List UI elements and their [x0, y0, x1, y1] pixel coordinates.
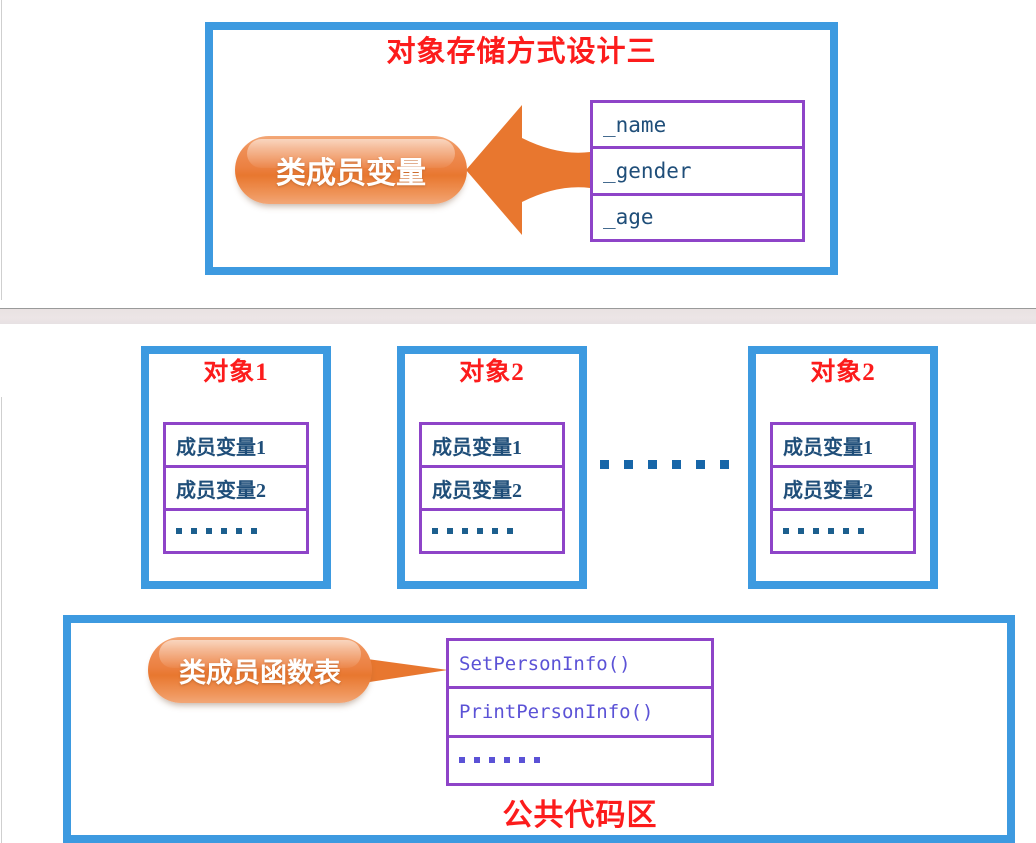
- left-arrow-icon: [466, 105, 590, 235]
- class-member-variable-callout-label: 类成员变量: [276, 157, 426, 190]
- class-member-variable-callout[interactable]: 类成员变量: [235, 136, 467, 204]
- member-variable-name: _gender: [603, 158, 692, 183]
- table-row[interactable]: 成员变量2: [422, 468, 562, 511]
- class-member-function-callout-label: 类成员函数表: [179, 657, 341, 688]
- member-function-table: SetPersonInfo() PrintPersonInfo(): [446, 638, 714, 786]
- ellipsis-dots: [176, 528, 257, 534]
- ellipsis-dots: [783, 528, 864, 534]
- object-box-title: 对象2: [810, 359, 876, 386]
- table-row[interactable]: _gender: [593, 149, 802, 196]
- table-row[interactable]: [773, 511, 913, 551]
- table-row[interactable]: _name: [593, 103, 802, 150]
- ellipsis-dots: [459, 757, 540, 764]
- object-member-table: 成员变量1 成员变量2: [163, 422, 309, 554]
- left-edge-hairline-bottom: [1, 397, 2, 843]
- object-member-table: 成员变量1 成员变量2: [419, 422, 565, 554]
- table-row[interactable]: 成员变量2: [166, 468, 306, 511]
- table-row[interactable]: SetPersonInfo(): [449, 641, 711, 690]
- table-row[interactable]: 成员变量2: [773, 468, 913, 511]
- member-function-name: SetPersonInfo(): [459, 652, 631, 675]
- object-member-table: 成员变量1 成员变量2: [770, 422, 916, 554]
- table-row[interactable]: 成员变量1: [422, 425, 562, 468]
- table-row[interactable]: [166, 511, 306, 551]
- member-variable-label: 成员变量1: [176, 436, 266, 459]
- member-variable-label: 成员变量2: [783, 479, 873, 502]
- left-edge-hairline-top: [1, 0, 2, 300]
- table-row[interactable]: 成员变量1: [166, 425, 306, 468]
- member-function-name: PrintPersonInfo(): [459, 700, 654, 723]
- public-code-area-title: 公共代码区: [502, 799, 658, 832]
- table-row[interactable]: _age: [593, 195, 802, 239]
- member-variable-table: _name _gender _age: [590, 100, 805, 242]
- table-row[interactable]: 成员变量1: [773, 425, 913, 468]
- ellipsis-dots: [432, 528, 513, 534]
- member-variable-name: _name: [603, 112, 667, 137]
- objects-ellipsis-dots: [600, 460, 729, 469]
- member-variable-label: 成员变量1: [432, 436, 522, 459]
- member-variable-label: 成员变量2: [432, 479, 522, 502]
- member-variable-label: 成员变量1: [783, 436, 873, 459]
- table-row[interactable]: [422, 511, 562, 551]
- object-box-title: 对象1: [203, 359, 269, 386]
- member-variable-name: _age: [603, 205, 654, 230]
- table-row[interactable]: [449, 737, 711, 783]
- section-divider-band: [0, 308, 1036, 324]
- top-panel-title: 对象存储方式设计三: [386, 36, 657, 68]
- member-variable-label: 成员变量2: [176, 479, 266, 502]
- class-member-function-callout[interactable]: 类成员函数表: [148, 637, 372, 703]
- table-row[interactable]: PrintPersonInfo(): [449, 689, 711, 738]
- object-box-title: 对象2: [459, 359, 525, 386]
- diagram-canvas: 对象存储方式设计三 类成员变量 _name _gender _age 对象1 成…: [0, 0, 1036, 843]
